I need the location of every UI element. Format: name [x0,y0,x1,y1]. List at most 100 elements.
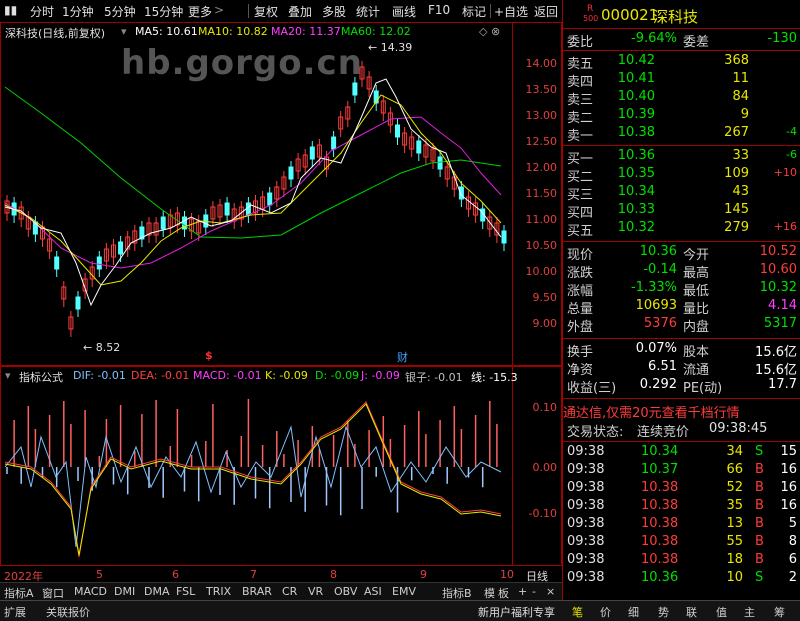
quote-stat-row: 外盘 5376 内盘 5317 [563,316,800,335]
tab-obv[interactable]: OBV [334,585,357,598]
tick-volume: 52 [726,480,743,495]
indicator-axis: 0.10 0.00 -0.10 [513,366,562,566]
toolbar-5min[interactable]: 5分钟 [104,3,136,20]
tick-row: 09:38 10.38 55 B 8 [563,534,800,552]
toolbar-more[interactable]: 更多 [188,3,212,20]
high-price-label: ← 14.39 [368,41,413,54]
toolbar-15min[interactable]: 15分钟 [144,3,183,20]
fund-label: 净资 [567,363,594,378]
ask-price: 10.39 [617,107,655,122]
stat-label: 最低 [683,284,710,299]
bid-row[interactable]: 买二 10.35 109 +10 [563,166,800,185]
ask-row[interactable]: 卖一 10.38 267 -4 [563,125,800,144]
tab-value[interactable]: 值 [716,604,727,620]
zoom-out-button[interactable]: - [532,585,536,598]
d-label: D: -0.09 [315,369,360,382]
toolbar-draw[interactable]: 画线 [392,3,416,20]
tab-macd[interactable]: MACD [74,585,107,598]
tab-main[interactable]: 主 [744,604,755,620]
zoom-in-button[interactable]: + [518,585,527,598]
ask-row[interactable]: 卖五 10.42 368 [563,53,800,72]
tab-tick[interactable]: 笔 [572,604,583,620]
ask-price: 10.38 [617,125,655,140]
kline-chart[interactable]: 深科技(日线,前复权) ▾ MA5: 10.61 MA10: 10.82 MA2… [0,22,513,366]
toolbar-back[interactable]: 返回 [534,3,558,20]
tab-vr[interactable]: VR [308,585,323,598]
toolbar-1min[interactable]: 1分钟 [62,3,94,20]
tab-indicator-b[interactable]: 指标B [442,585,472,601]
toolbar-f10[interactable]: F10 [428,3,450,17]
candle-body [437,156,443,170]
tick-volume: 10 [726,570,743,585]
weibi-row: 委比 -9.64% 委差 -130 [567,31,797,50]
candle-body [309,146,315,160]
tab-brar[interactable]: BRAR [242,585,272,598]
bid-volume: 109 [724,166,749,181]
tab-asi[interactable]: ASI [364,585,382,598]
low-price-label: ← 8.52 [83,341,121,354]
expand-button[interactable]: 扩展 [4,604,26,620]
bid-row[interactable]: 买五 10.32 279 +16 [563,220,800,239]
k-label: K: -0.09 [265,369,308,382]
upgrade-ad[interactable]: 通达信,仅需20元查看千档行情 [563,402,800,421]
tab-trend[interactable]: 势 [658,604,669,620]
event-marker-finance[interactable]: 财 [397,349,408,365]
tick-count: 15 [780,444,797,459]
tab-chips[interactable]: 筹 [774,604,785,620]
event-marker-s[interactable]: $ [205,349,213,362]
quote-stat-row: 现价 10.36 今开 10.52 [563,244,800,263]
tab-price[interactable]: 价 [600,604,611,620]
indicator-settings-icon[interactable]: ▾ [5,369,11,382]
ask-volume: 84 [732,89,749,104]
kline-price-axis: 14.00 13.50 13.00 12.50 12.00 11.50 11.0… [513,22,562,366]
bid-volume: 145 [724,202,749,217]
ask-row[interactable]: 卖三 10.40 84 [563,89,800,108]
stat-label: 内盘 [683,320,710,335]
ask-volume: 368 [724,53,749,68]
indicator-chart[interactable]: ▾ 指标公式 DIF: -0.01 DEA: -0.01 MACD: -0.01… [0,366,518,566]
diamond-icon[interactable]: ◇ ⊗ [479,25,500,38]
tab-fsl[interactable]: FSL [176,585,195,598]
tick-time: 09:38 [567,462,605,477]
tab-board[interactable]: 板 [498,585,509,601]
tab-dmi[interactable]: DMI [114,585,135,598]
toolbar-stats[interactable]: 统计 [356,3,380,20]
toolbar-mark[interactable]: 标记 [462,3,486,20]
stat-value: 10.52 [759,244,797,259]
toolbar-overlay[interactable]: 叠加 [288,3,312,20]
bid-row[interactable]: 买四 10.33 145 [563,202,800,221]
ask-label: 卖一 [567,129,594,144]
tab-dma[interactable]: DMA [144,585,170,598]
candle-body [118,241,124,255]
tab-detail[interactable]: 细 [628,604,639,620]
stat-value: 10.36 [639,244,677,259]
ask-row[interactable]: 卖二 10.39 9 [563,107,800,126]
chart-toolbar: ▮▮ 分时 1分钟 5分钟 15分钟 更多 > 复权 叠加 多股 统计 画线 F… [0,0,562,23]
tab-trix[interactable]: TRIX [206,585,231,598]
related-quotes-button[interactable]: 关联报价 [46,604,90,620]
close-button[interactable]: × [546,585,555,598]
tab-indicator-a[interactable]: 指标A [4,585,34,601]
ask-change: -4 [786,125,797,138]
tab-emv[interactable]: EMV [392,585,416,598]
new-user-promo[interactable]: 新用户福利专享 [478,604,555,620]
candle-body [416,140,422,154]
bid-row[interactable]: 买三 10.34 43 [563,184,800,203]
toolbar-fuquan[interactable]: 复权 [254,3,278,20]
tab-cr[interactable]: CR [282,585,297,598]
bid-row[interactable]: 买一 10.36 33 -6 [563,148,800,167]
stat-label: 涨幅 [567,284,594,299]
settings-icon[interactable]: ▾ [121,25,127,38]
tick-price: 10.38 [641,516,679,531]
tab-window[interactable]: 窗口 [42,585,64,601]
ask-row[interactable]: 卖四 10.41 11 [563,71,800,90]
candle-body [224,202,230,216]
tab-template[interactable]: 模 [484,585,495,601]
toolbar-multi[interactable]: 多股 [322,3,346,20]
tab-linked[interactable]: 联 [686,604,697,620]
toolbar-timeshare[interactable]: 分时 [30,3,54,20]
toolbar-add-watch[interactable]: +自选 [494,3,528,20]
stat-value: 4.14 [768,298,797,313]
menu-icon[interactable]: ▮▮ [4,3,17,17]
tick-time: 09:38 [567,480,605,495]
